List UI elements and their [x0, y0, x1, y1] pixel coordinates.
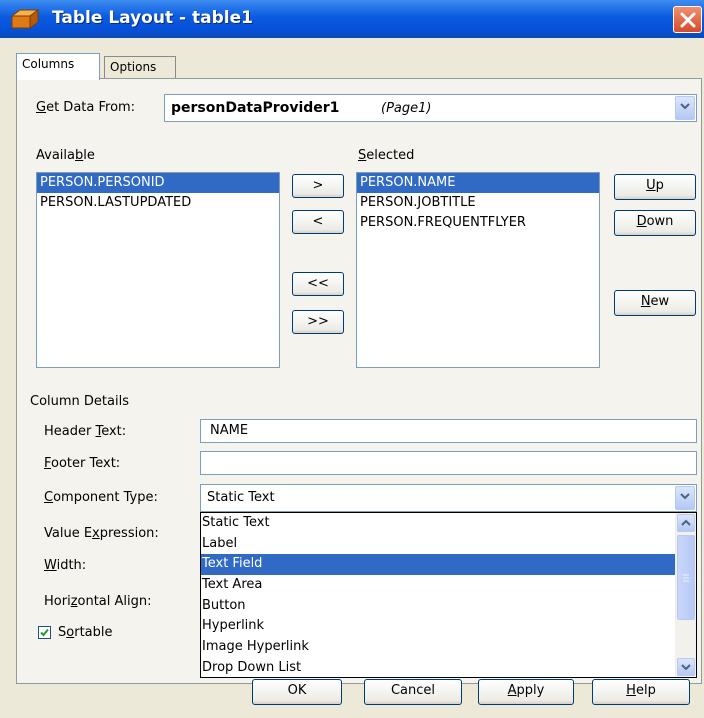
data-provider-combo[interactable]: personDataProvider1 (Page1): [164, 94, 697, 122]
checkmark-icon: [40, 628, 49, 637]
component-type-combo[interactable]: Static Text: [200, 484, 697, 512]
available-list[interactable]: PERSON.PERSONID PERSON.LASTUPDATED: [36, 172, 280, 368]
component-type-value: Static Text: [207, 490, 275, 505]
chevron-down-icon: [681, 664, 691, 671]
horizontal-align-label: Horizontal Align:: [44, 594, 152, 609]
cancel-button[interactable]: Cancel: [364, 679, 462, 705]
data-provider-name: personDataProvider1: [171, 100, 340, 116]
add-button[interactable]: >: [292, 174, 344, 198]
dropdown-option[interactable]: Drop Down List: [201, 658, 696, 677]
width-label: Width:: [44, 558, 87, 573]
get-data-from-label: Get Data From:: [36, 100, 136, 115]
grip-icon: [683, 574, 689, 582]
tab-columns[interactable]: Columns: [16, 53, 100, 80]
scroll-thumb[interactable]: [677, 535, 695, 620]
dropdown-option[interactable]: Text Field: [201, 554, 696, 576]
sortable-checkbox[interactable]: [38, 626, 51, 639]
list-item[interactable]: PERSON.FREQUENTFLYER: [357, 213, 599, 233]
apply-button[interactable]: Apply: [478, 679, 574, 705]
dropdown-option[interactable]: Button: [201, 596, 696, 617]
sortable-label: Sortable: [58, 625, 113, 640]
component-type-dropdown-list[interactable]: Static Text Label Text Field Text Area B…: [200, 512, 697, 678]
tab-options-label: Options: [110, 60, 157, 74]
help-button[interactable]: Help: [592, 679, 690, 705]
dropdown-option[interactable]: Label: [201, 534, 696, 555]
dropdown-scrollbar[interactable]: [675, 513, 696, 677]
available-label: Available: [36, 148, 95, 163]
tab-columns-label: Columns: [22, 57, 75, 71]
new-button[interactable]: New: [614, 290, 696, 316]
scroll-up-button[interactable]: [677, 514, 695, 532]
ok-button[interactable]: OK: [252, 679, 342, 705]
component-type-label: Component Type:: [44, 490, 158, 505]
header-text-field[interactable]: NAME: [200, 419, 697, 443]
data-provider-dropdown-button[interactable]: [675, 96, 695, 120]
list-item[interactable]: PERSON.NAME: [357, 173, 599, 193]
chevron-up-icon: [681, 519, 691, 526]
down-button[interactable]: Down: [614, 210, 696, 236]
tab-options[interactable]: Options: [104, 56, 176, 78]
selected-list[interactable]: PERSON.NAME PERSON.JOBTITLE PERSON.FREQU…: [356, 172, 600, 368]
footer-text-field[interactable]: [200, 451, 697, 475]
list-item[interactable]: PERSON.JOBTITLE: [357, 193, 599, 213]
list-item[interactable]: PERSON.LASTUPDATED: [37, 193, 279, 213]
dropdown-option[interactable]: Hyperlink: [201, 616, 696, 637]
value-expression-label: Value Expression:: [44, 526, 159, 541]
up-button[interactable]: Up: [614, 174, 696, 200]
footer-text-label: Footer Text:: [44, 456, 121, 471]
column-details-label: Column Details: [30, 394, 129, 409]
close-button[interactable]: [673, 6, 702, 33]
chevron-down-icon: [680, 103, 690, 110]
header-text-label: Header Text:: [44, 424, 127, 439]
component-type-dropdown-button[interactable]: [675, 486, 695, 510]
window-title: Table Layout - table1: [52, 8, 253, 28]
dropdown-option[interactable]: Text Area: [201, 575, 696, 596]
close-icon: [680, 12, 696, 28]
remove-button[interactable]: <: [292, 210, 344, 234]
dropdown-option[interactable]: Static Text: [201, 513, 696, 534]
data-provider-page: (Page1): [381, 101, 432, 116]
remove-all-button[interactable]: <<: [292, 272, 344, 296]
selected-label: Selected: [358, 148, 415, 163]
list-item[interactable]: PERSON.PERSONID: [37, 173, 279, 193]
table-layout-icon: [10, 9, 40, 29]
chevron-down-icon: [680, 493, 690, 500]
title-bar: Table Layout - table1: [0, 0, 704, 38]
add-all-button[interactable]: >>: [292, 310, 344, 334]
scroll-down-button[interactable]: [677, 658, 695, 676]
dropdown-option[interactable]: Image Hyperlink: [201, 637, 696, 658]
